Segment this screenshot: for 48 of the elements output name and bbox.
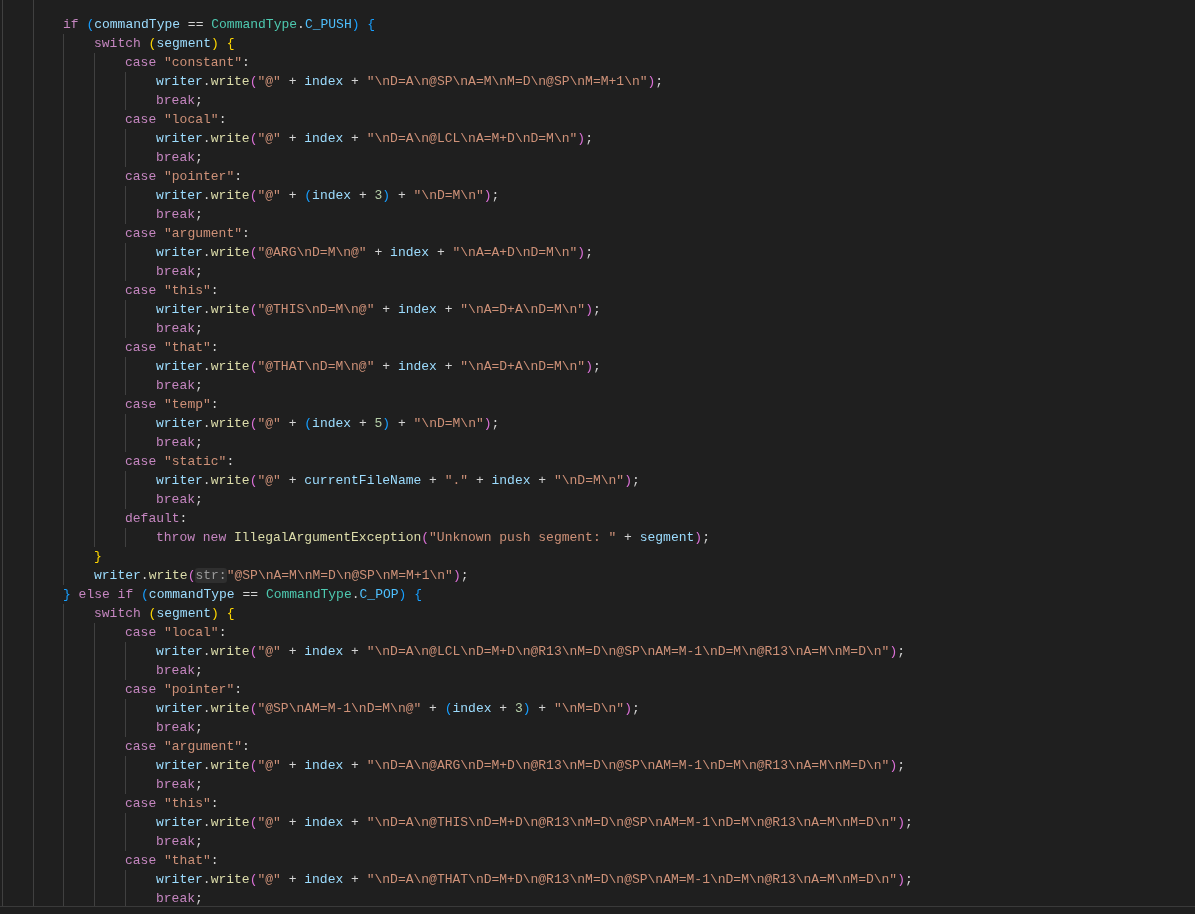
- code-line: writer.write(str:"@SP\nA=M\nM=D\n@SP\nM=M+1\n");: [94, 567, 469, 585]
- code-line: case "local":: [125, 111, 227, 129]
- code-line: case "that":: [125, 339, 219, 357]
- code-line: writer.write("@" + index + "\nD=A\n@LCL\nD=M+D\n@R13\nM=D\n@SP\nAM=M-1\nD=M\n@R13\nA=M\nM=D\n");: [156, 643, 905, 661]
- code-line: case "temp":: [125, 396, 219, 414]
- code-line: break;: [156, 662, 203, 680]
- code-line: break;: [156, 263, 203, 281]
- code-line: }: [94, 548, 102, 566]
- code-line: break;: [156, 776, 203, 794]
- code-line: case "static":: [125, 453, 235, 471]
- code-line: case "pointer":: [125, 168, 243, 186]
- code-line: if (commandType == CommandType.C_PUSH) {: [63, 16, 376, 34]
- code-line: case "argument":: [125, 738, 250, 756]
- code-line: break;: [156, 206, 203, 224]
- code-line: default:: [125, 510, 188, 528]
- code-line: break;: [156, 92, 203, 110]
- code-line: switch (segment) {: [94, 605, 235, 623]
- code-line: throw new IllegalArgumentException("Unknown push segment: " + segment);: [156, 529, 710, 547]
- horizontal-scrollbar[interactable]: [0, 906, 1195, 914]
- code-line: writer.write("@THIS\nD=M\n@" + index + "\nA=D+A\nD=M\n");: [156, 301, 601, 319]
- code-line: writer.write("@" + index + "\nD=A\n@THIS\nD=M+D\n@R13\nM=D\n@SP\nAM=M-1\nD=M\n@R13\nA=M\nM=D\n");: [156, 814, 913, 832]
- code-line: writer.write("@" + index + "\nD=A\n@THAT\nD=M+D\n@R13\nM=D\n@SP\nAM=M-1\nD=M\n@R13\nA=M\nM=D\n");: [156, 871, 913, 889]
- code-line: case "constant":: [125, 54, 250, 72]
- code-line: writer.write("@" + index + "\nD=A\n@LCL\nA=M+D\nD=M\n");: [156, 130, 593, 148]
- code-line: writer.write("@THAT\nD=M\n@" + index + "\nA=D+A\nD=M\n");: [156, 358, 601, 376]
- code-line: case "local":: [125, 624, 227, 642]
- code-line: writer.write("@" + currentFileName + "." + index + "\nD=M\n");: [156, 472, 640, 490]
- code-line: break;: [156, 320, 203, 338]
- code-line: switch (segment) {: [94, 35, 235, 53]
- code-line: case "argument":: [125, 225, 250, 243]
- code-line: break;: [156, 833, 203, 851]
- code-line: case "that":: [125, 852, 219, 870]
- code-line: break;: [156, 491, 203, 509]
- code-line: writer.write("@" + index + "\nD=A\n@ARG\nD=M+D\n@R13\nM=D\n@SP\nAM=M-1\nD=M\n@R13\nA=M\nM=D\n");: [156, 757, 905, 775]
- code-line: case "pointer":: [125, 681, 243, 699]
- code-line: break;: [156, 377, 203, 395]
- code-line: writer.write("@SP\nAM=M-1\nD=M\n@" + (index + 3) + "\nM=D\n");: [156, 700, 640, 718]
- code-line: break;: [156, 719, 203, 737]
- code-line: break;: [156, 890, 203, 908]
- code-line: writer.write("@ARG\nD=M\n@" + index + "\nA=A+D\nD=M\n");: [156, 244, 593, 262]
- code-line: writer.write("@" + index + "\nD=A\n@SP\nA=M\nM=D\n@SP\nM=M+1\n");: [156, 73, 664, 91]
- code-line: break;: [156, 149, 203, 167]
- code-line: writer.write("@" + (index + 3) + "\nD=M\n");: [156, 187, 500, 205]
- code-line: case "this":: [125, 282, 219, 300]
- code-line: break;: [156, 434, 203, 452]
- code-line: } else if (commandType == CommandType.C_POP) {: [63, 586, 422, 604]
- code-line: writer.write("@" + (index + 5) + "\nD=M\n");: [156, 415, 500, 433]
- code-line: case "this":: [125, 795, 219, 813]
